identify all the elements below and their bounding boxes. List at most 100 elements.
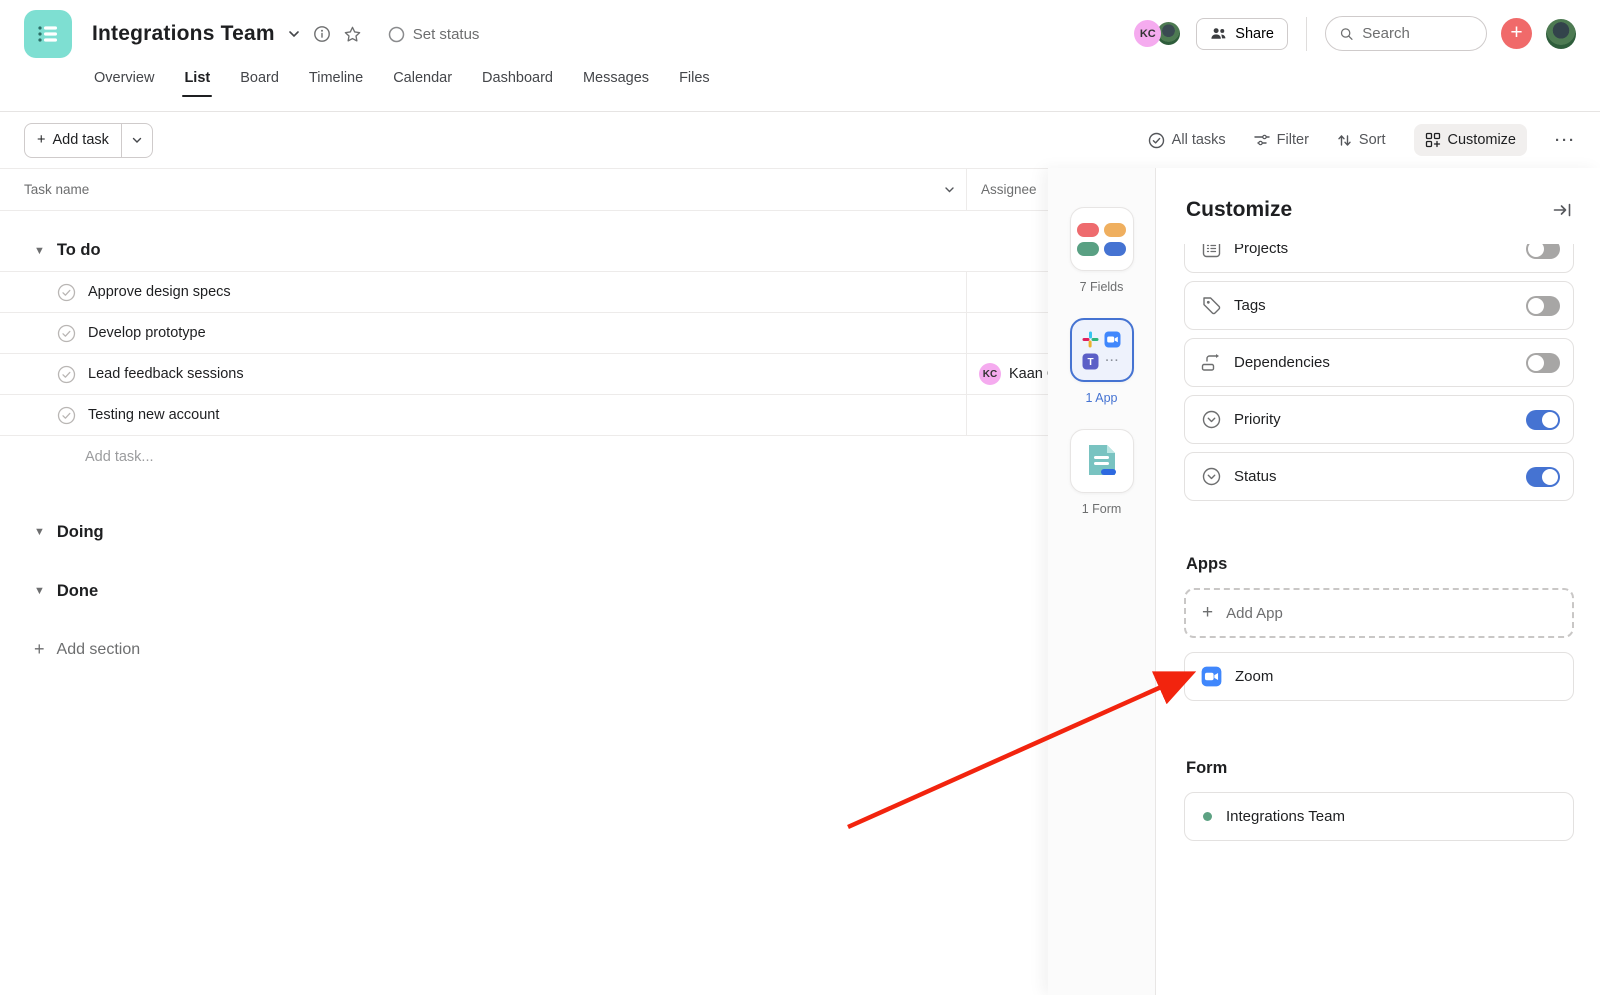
add-task-dropdown-button[interactable] (120, 123, 152, 157)
search-icon (1340, 27, 1353, 40)
fields-pills-icon (1077, 222, 1126, 256)
add-app-label: Add App (1226, 604, 1283, 622)
task-row[interactable]: Approve design specs (0, 272, 1048, 313)
member-avatars[interactable]: KC (1134, 20, 1183, 47)
set-status-button[interactable]: Set status (388, 25, 480, 43)
view-tabs: Overview List Board Timeline Calendar Da… (94, 70, 710, 97)
collapse-triangle-icon[interactable]: ▼ (34, 245, 45, 257)
field-row-status[interactable]: Status (1184, 452, 1574, 501)
table-header: Task name Assignee (0, 168, 1048, 211)
task-row[interactable]: Lead feedback sessions KC Kaan C (0, 354, 1048, 395)
fields-card[interactable] (1069, 207, 1134, 271)
field-row-priority[interactable]: Priority (1184, 395, 1574, 444)
avatar-current-user[interactable] (1546, 18, 1576, 49)
add-section-label: Add section (56, 640, 141, 658)
title-chevron-down-icon[interactable] (287, 27, 301, 41)
customize-panel-title: Customize (1186, 198, 1293, 221)
collapse-triangle-icon[interactable]: ▼ (34, 585, 45, 597)
chevron-down-icon (132, 137, 142, 143)
field-row-tags[interactable]: Tags (1184, 281, 1574, 330)
section-header-done[interactable]: ▼ Done (0, 570, 1048, 612)
tab-files[interactable]: Files (679, 70, 710, 97)
search-box[interactable] (1325, 16, 1487, 51)
task-name: Testing new account (88, 407, 220, 423)
task-name: Approve design specs (88, 284, 231, 300)
add-task-inline[interactable]: Add task... (0, 436, 1048, 477)
slack-icon (1082, 331, 1099, 347)
field-label: Status (1234, 468, 1277, 485)
all-tasks-filter-button[interactable]: All tasks (1148, 132, 1226, 149)
assignee-cell[interactable] (967, 272, 1048, 312)
tab-messages[interactable]: Messages (583, 70, 649, 97)
tab-calendar[interactable]: Calendar (393, 70, 452, 97)
people-icon (1211, 28, 1226, 39)
assignee-cell[interactable] (967, 313, 1048, 353)
task-row[interactable]: Testing new account (0, 395, 1048, 436)
dependencies-icon (1201, 353, 1221, 372)
task-check-icon[interactable] (57, 324, 76, 343)
column-sort-chevron-icon[interactable] (943, 183, 956, 196)
add-app-button[interactable]: + Add App (1184, 588, 1574, 638)
customize-button[interactable]: Customize (1413, 124, 1527, 156)
tab-dashboard[interactable]: Dashboard (482, 70, 553, 97)
collapse-panel-icon[interactable] (1552, 200, 1572, 220)
column-task-name: Task name (24, 182, 90, 197)
customize-panel: Customize Projects Tags Dependencies Pri… (1155, 168, 1600, 995)
info-icon[interactable] (313, 25, 331, 43)
priority-toggle[interactable] (1526, 409, 1560, 430)
task-check-icon[interactable] (57, 283, 76, 302)
app-row-zoom[interactable]: Zoom (1184, 652, 1574, 701)
task-list: Task name Assignee ▼ To do Approve desig… (0, 168, 1048, 660)
form-document-icon (1088, 445, 1116, 475)
tab-board[interactable]: Board (240, 70, 279, 97)
filter-button[interactable]: Filter (1253, 132, 1309, 148)
tags-toggle[interactable] (1526, 295, 1560, 316)
collapse-triangle-icon[interactable]: ▼ (34, 526, 45, 538)
task-name: Develop prototype (88, 325, 206, 341)
projects-icon (1201, 244, 1221, 258)
assignee-cell[interactable]: KC Kaan C (967, 354, 1048, 394)
form-status-dot-icon (1203, 812, 1212, 821)
header-divider (1306, 16, 1307, 51)
avatar-kc[interactable]: KC (1134, 20, 1162, 47)
section-title: Done (56, 581, 99, 600)
plus-icon: + (34, 639, 45, 659)
create-button[interactable]: + (1501, 18, 1532, 49)
list-toolbar: + Add task All tasks Filter Sort Customi… (0, 112, 1600, 168)
share-button[interactable]: Share (1196, 17, 1288, 50)
field-row-dependencies[interactable]: Dependencies (1184, 338, 1574, 387)
add-task-button[interactable]: + Add task (25, 124, 121, 157)
section-title: To do (56, 241, 101, 259)
add-section-button[interactable]: + Add section (0, 639, 1048, 660)
field-row-projects[interactable]: Projects (1184, 244, 1574, 273)
tab-list[interactable]: List (182, 70, 212, 97)
assignee-cell[interactable] (967, 395, 1048, 435)
form-card[interactable] (1069, 429, 1134, 493)
overflow-menu-button[interactable]: ··· (1555, 132, 1576, 149)
status-circle-icon (388, 26, 404, 42)
fields-card-label: 7 Fields (1079, 280, 1124, 294)
task-check-icon[interactable] (57, 365, 76, 384)
customize-category-strip: 7 Fields T ··· 1 App 1 Form (1048, 168, 1155, 995)
apps-card[interactable]: T ··· (1069, 318, 1134, 382)
dependencies-toggle[interactable] (1526, 352, 1560, 373)
add-task-split-button: + Add task (24, 122, 153, 158)
status-toggle[interactable] (1526, 466, 1560, 487)
sort-button[interactable]: Sort (1337, 132, 1386, 148)
tab-overview[interactable]: Overview (94, 70, 154, 97)
star-icon[interactable] (343, 25, 362, 44)
task-row[interactable]: Develop prototype (0, 313, 1048, 354)
section-header-todo[interactable]: ▼ To do (0, 230, 1048, 272)
form-heading: Form (1186, 759, 1228, 777)
form-row-integrations-team[interactable]: Integrations Team (1184, 792, 1574, 841)
project-header: Integrations Team Set status Overview Li… (0, 0, 1600, 112)
search-input[interactable] (1362, 25, 1472, 42)
set-status-label: Set status (412, 25, 480, 43)
tab-timeline[interactable]: Timeline (309, 70, 363, 97)
project-icon (24, 10, 72, 58)
section-header-doing[interactable]: ▼ Doing (0, 511, 1048, 553)
section-title: Doing (56, 522, 104, 541)
projects-toggle[interactable] (1526, 244, 1560, 259)
zoom-icon (1201, 666, 1222, 687)
task-check-icon[interactable] (57, 406, 76, 425)
